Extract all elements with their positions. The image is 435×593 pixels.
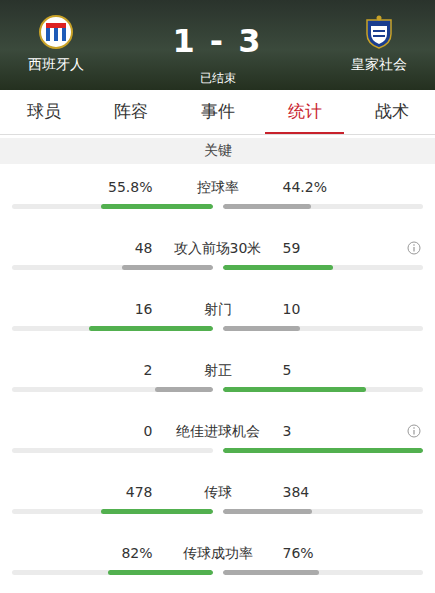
stat-row: 2射正5 xyxy=(0,347,435,408)
section-header: 关键 xyxy=(0,138,435,164)
home-value: 478 xyxy=(12,481,153,503)
away-value: 384 xyxy=(283,481,310,503)
home-bar-fill xyxy=(122,265,212,270)
away-bar-fill xyxy=(223,448,424,453)
away-team-name: 皇家社会 xyxy=(351,56,407,74)
away-bar xyxy=(223,448,424,453)
stat-label: 射正 xyxy=(153,359,283,381)
away-bar-fill xyxy=(223,326,300,331)
away-bar xyxy=(223,509,424,514)
away-bar-fill xyxy=(223,265,333,270)
tab-bar: 球员 阵容 事件 统计 战术 xyxy=(0,90,435,135)
stat-label: 绝佳进球机会 xyxy=(153,420,283,442)
home-bar xyxy=(12,265,213,270)
away-bar xyxy=(223,387,424,392)
away-bar xyxy=(223,326,424,331)
info-icon[interactable] xyxy=(407,424,421,438)
tab-label: 战术 xyxy=(375,100,409,123)
match-header: 西班牙人 1 - 3 已结束 皇家社会 xyxy=(0,0,435,90)
tab[interactable]: 战术 xyxy=(352,90,431,134)
stat-row: 55.8%控球率44.2% xyxy=(0,164,435,225)
away-bar-fill xyxy=(223,387,366,392)
stat-row: 48攻入前场30米59 xyxy=(0,225,435,286)
tab[interactable]: 事件 xyxy=(178,90,257,134)
match-status: 已结束 xyxy=(200,70,236,87)
home-value: 48 xyxy=(12,237,153,259)
stat-label: 攻入前场30米 xyxy=(153,237,283,259)
score-block: 1 - 3 已结束 xyxy=(172,14,262,87)
home-bar-fill xyxy=(108,570,212,575)
tab[interactable]: 球员 xyxy=(4,90,83,134)
away-bar xyxy=(223,570,424,575)
stat-label: 射门 xyxy=(153,298,283,320)
home-bar xyxy=(12,326,213,331)
home-bar xyxy=(12,570,213,575)
tab-label: 阵容 xyxy=(114,100,148,123)
stat-row: 478传球384 xyxy=(0,469,435,530)
away-value: 59 xyxy=(283,237,301,259)
tab-label: 事件 xyxy=(201,100,235,123)
away-value: 76% xyxy=(283,542,314,564)
stat-row: 16射门10 xyxy=(0,286,435,347)
home-bar xyxy=(12,204,213,209)
away-value: 3 xyxy=(283,420,292,442)
away-team[interactable]: 皇家社会 xyxy=(339,14,419,74)
home-team[interactable]: 西班牙人 xyxy=(16,14,96,74)
real-sociedad-logo-icon xyxy=(361,14,397,50)
away-value: 44.2% xyxy=(283,176,327,198)
stat-label: 传球成功率 xyxy=(153,542,283,564)
home-bar-fill xyxy=(89,326,212,331)
match-stats-page: 西班牙人1 - 3已结束皇家社会球员阵容事件统计战术关键55.8%控球率44.2… xyxy=(0,0,435,593)
espanyol-logo-icon xyxy=(38,14,74,50)
away-bar-fill xyxy=(223,204,312,209)
home-team-name: 西班牙人 xyxy=(28,56,84,74)
home-bar-fill xyxy=(101,509,212,514)
away-bar-fill xyxy=(223,509,312,514)
info-icon[interactable] xyxy=(407,241,421,255)
away-value: 5 xyxy=(283,359,292,381)
home-value: 2 xyxy=(12,359,153,381)
stat-label: 控球率 xyxy=(153,176,283,198)
tab-label: 统计 xyxy=(288,100,322,123)
home-value: 55.8% xyxy=(12,176,153,198)
tab[interactable]: 统计 xyxy=(265,90,344,134)
away-bar-fill xyxy=(223,570,319,575)
home-bar-fill xyxy=(155,387,212,392)
stats-list: 55.8%控球率44.2%48攻入前场30米5916射门102射正50绝佳进球机… xyxy=(0,164,435,591)
stat-row: 82%传球成功率76% xyxy=(0,530,435,591)
away-value: 10 xyxy=(283,298,301,320)
home-value: 82% xyxy=(12,542,153,564)
away-bar xyxy=(223,204,424,209)
score: 1 - 3 xyxy=(172,22,262,60)
stat-label: 传球 xyxy=(153,481,283,503)
tab[interactable]: 阵容 xyxy=(91,90,170,134)
home-bar xyxy=(12,509,213,514)
home-bar xyxy=(12,448,213,453)
home-value: 0 xyxy=(12,420,153,442)
home-value: 16 xyxy=(12,298,153,320)
away-bar xyxy=(223,265,424,270)
home-bar-fill xyxy=(101,204,213,209)
home-bar xyxy=(12,387,213,392)
tab-label: 球员 xyxy=(27,100,61,123)
stat-row: 0绝佳进球机会3 xyxy=(0,408,435,469)
